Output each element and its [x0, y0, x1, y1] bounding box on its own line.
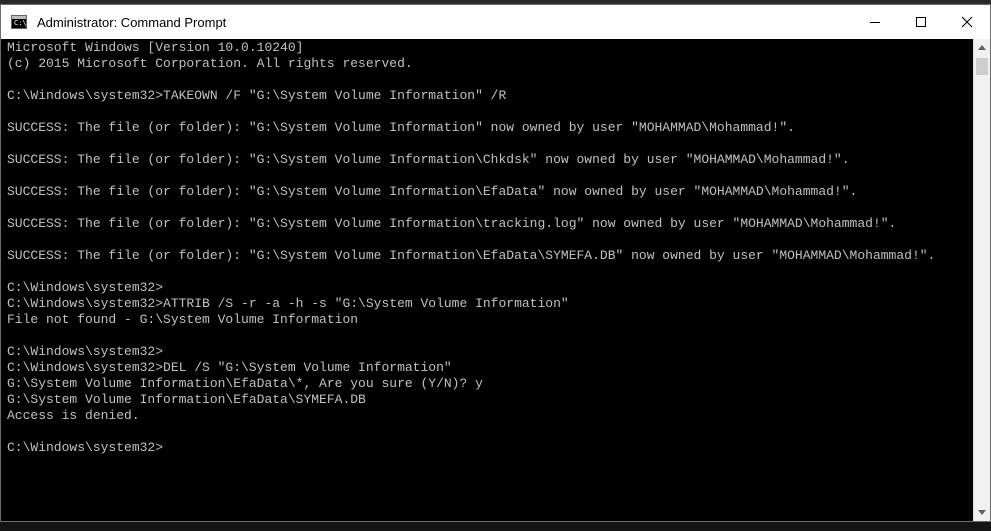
- close-button[interactable]: [944, 5, 990, 39]
- console-line: C:\Windows\system32>TAKEOWN /F "G:\Syste…: [7, 88, 507, 103]
- console-output[interactable]: Microsoft Windows [Version 10.0.10240] (c…: [1, 39, 967, 521]
- cmd-icon-glyph: C:\: [14, 19, 27, 27]
- console-line: C:\Windows\system32>: [7, 344, 164, 359]
- close-icon: [961, 16, 973, 28]
- console-text: Microsoft Windows [Version 10.0.10240] (c…: [1, 39, 967, 456]
- console-line: C:\Windows\system32>: [7, 280, 164, 295]
- console-line: Access is denied.: [7, 408, 140, 423]
- maximize-button[interactable]: [898, 5, 944, 39]
- cmd-icon[interactable]: C:\: [11, 15, 27, 29]
- scroll-up-arrow-icon: [978, 45, 986, 50]
- maximize-icon: [916, 17, 926, 27]
- desktop-background: C:\ Administrator: Command Prompt Micros…: [0, 0, 991, 531]
- window-controls: [852, 5, 990, 39]
- console-line: SUCCESS: The file (or folder): "G:\Syste…: [7, 120, 795, 135]
- console-line: SUCCESS: The file (or folder): "G:\Syste…: [7, 216, 897, 231]
- console-line: SUCCESS: The file (or folder): "G:\Syste…: [7, 152, 850, 167]
- console-line: G:\System Volume Information\EfaData\SYM…: [7, 392, 366, 407]
- command-prompt-window[interactable]: C:\ Administrator: Command Prompt Micros…: [0, 4, 991, 522]
- console-line: Microsoft Windows [Version 10.0.10240]: [7, 40, 304, 55]
- scroll-up-button[interactable]: [974, 39, 990, 56]
- scroll-down-button[interactable]: [974, 504, 990, 521]
- console-line: File not found - G:\System Volume Inform…: [7, 312, 359, 327]
- console-line: G:\System Volume Information\EfaData\*, …: [7, 376, 483, 391]
- console-line: C:\Windows\system32>: [7, 440, 164, 455]
- title-bar[interactable]: C:\ Administrator: Command Prompt: [1, 5, 990, 39]
- scroll-down-arrow-icon: [978, 510, 986, 515]
- console-line: (c) 2015 Microsoft Corporation. All righ…: [7, 56, 413, 71]
- scroll-thumb[interactable]: [976, 58, 988, 75]
- console-line: SUCCESS: The file (or folder): "G:\Syste…: [7, 248, 936, 263]
- console-line: SUCCESS: The file (or folder): "G:\Syste…: [7, 184, 858, 199]
- vertical-scrollbar[interactable]: [973, 39, 990, 521]
- minimize-button[interactable]: [852, 5, 898, 39]
- console-line: C:\Windows\system32>ATTRIB /S -r -a -h -…: [7, 296, 569, 311]
- minimize-icon: [870, 22, 880, 23]
- window-title: Administrator: Command Prompt: [37, 14, 227, 30]
- console-line: C:\Windows\system32>DEL /S "G:\System Vo…: [7, 360, 452, 375]
